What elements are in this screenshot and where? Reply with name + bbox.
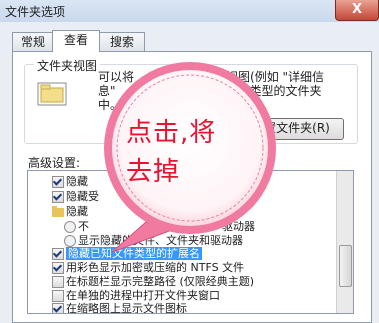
desc-part: 中。 (98, 98, 123, 112)
folder-view-label: 文件夹视图 (34, 57, 101, 74)
checkbox[interactable] (52, 262, 64, 274)
list-item[interactable]: 在缩略图上显示文件图标 (52, 302, 187, 314)
list-item[interactable]: 隐藏 (52, 205, 88, 218)
checkbox[interactable] (52, 303, 64, 313)
list-item[interactable]: 在单独的进程中打开文件夹窗口 (52, 289, 220, 302)
desc-part: 息" (98, 84, 116, 98)
close-button[interactable]: X (335, 0, 379, 21)
list-item-label: 显示隐藏的文件、文件夹和驱动器 (78, 234, 243, 247)
tab-general[interactable]: 常规 (12, 32, 54, 51)
folder-view-icon (37, 82, 67, 106)
checkbox[interactable] (52, 176, 64, 188)
list-item-label: 在缩略图上显示文件图标 (66, 302, 187, 314)
list-item[interactable]: 用彩色显示加密或压缩的 NTFS 文件 (52, 261, 244, 274)
scroll-thumb[interactable] (339, 245, 352, 287)
callout-line-1: 点击,将 (126, 118, 217, 148)
checkbox[interactable] (52, 191, 64, 203)
title-bar: 文件夹选项 X (0, 0, 379, 22)
list-item[interactable]: 隐藏受 (52, 190, 99, 203)
checkbox[interactable] (52, 248, 64, 260)
list-item-label: 隐藏已知文件类型的扩展名 (66, 247, 202, 260)
desc-part: 可以将 (98, 70, 135, 84)
desc-part: 这种类型的文件夹 (225, 84, 322, 98)
desc-part: 的视图(例如 "详细信 (214, 70, 325, 84)
checkbox[interactable] (52, 290, 64, 302)
tab-view[interactable]: 查看 (52, 30, 100, 52)
radio-button[interactable] (64, 235, 76, 247)
checkbox[interactable] (52, 276, 64, 288)
scrollbar[interactable] (336, 171, 353, 313)
list-item[interactable]: 不 驱动器 (64, 220, 255, 233)
folder-view-description: 可以将 的视图(例如 "详细信 息" 这种类型的文件夹 中。 (98, 70, 344, 112)
list-item[interactable]: 隐藏 (52, 175, 88, 188)
list-item[interactable]: 在标题栏显示完整路径 (仅限经典主题) (52, 275, 254, 288)
callout-text: 点击,将 去掉 (126, 114, 266, 192)
list-item-label: 驱动器 (222, 220, 255, 233)
callout-line-2: 去掉 (126, 157, 181, 187)
list-item[interactable]: 显示隐藏的文件、文件夹和驱动器 (64, 234, 243, 247)
tab-search[interactable]: 搜索 (99, 32, 145, 51)
list-item[interactable]: 隐藏已知文件类型的扩展名 (52, 247, 208, 260)
folder-icon (52, 206, 64, 217)
list-item-label: 在标题栏显示完整路径 (仅限经典主题) (66, 275, 255, 288)
advanced-settings-label: 高级设置: (28, 156, 81, 170)
list-item-label: 用彩色显示加密或压缩的 NTFS 文件 (66, 261, 245, 274)
radio-button[interactable] (64, 221, 76, 233)
window-title: 文件夹选项 (5, 5, 66, 19)
list-item-label: 在单独的进程中打开文件夹窗口 (66, 289, 220, 302)
